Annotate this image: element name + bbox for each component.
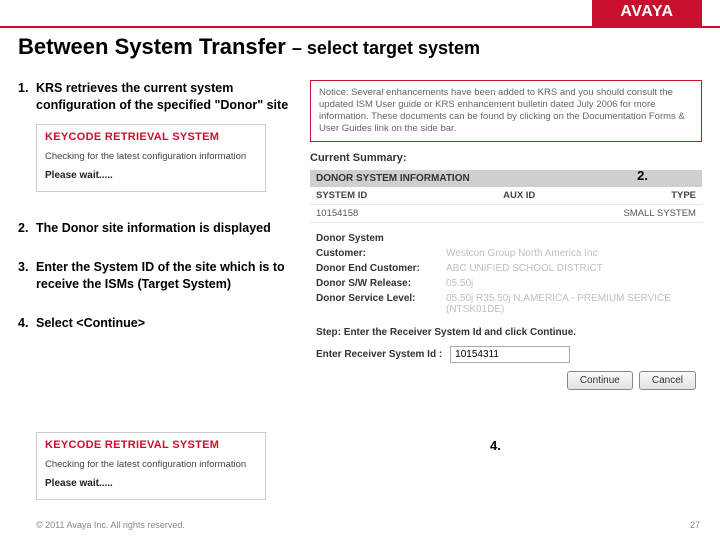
- donor-details: Donor System Customer:Westcon Group Nort…: [310, 231, 702, 317]
- donor-end-val: ABC UNIFIED SCHOOL DISTRICT: [446, 263, 696, 274]
- notice-text: Notice: Several enhancements have been a…: [319, 87, 685, 134]
- step-instruction: Step: Enter the Receiver System Id and c…: [316, 327, 696, 338]
- donor-sw-val: 05.50j: [446, 278, 696, 289]
- donor-customer-label: Customer:: [316, 248, 446, 259]
- receiver-row: Enter Receiver System Id :: [316, 346, 696, 363]
- krs-box-1: KEYCODE RETRIEVAL SYSTEM Checking for th…: [36, 124, 266, 192]
- donor-svc-label: Donor Service Level:: [316, 293, 446, 315]
- page-title: Between System Transfer – select target …: [18, 34, 480, 60]
- step-2-text: The Donor site information is displayed: [36, 221, 271, 235]
- brand-divider: [0, 26, 720, 28]
- col-aux-id: AUX ID: [503, 190, 535, 201]
- col-system-id: SYSTEM ID: [316, 190, 367, 201]
- krs-box-2: KEYCODE RETRIEVAL SYSTEM Checking for th…: [36, 432, 266, 500]
- callout-4: 4.: [490, 438, 501, 453]
- step-2: 2. The Donor site information is display…: [18, 220, 298, 237]
- title-main: Between System Transfer: [18, 34, 286, 59]
- step-1: 1. KRS retrieves the current system conf…: [18, 80, 298, 114]
- donor-sw-label: Donor S/W Release:: [316, 278, 446, 289]
- step-3: 3. Enter the System ID of the site which…: [18, 259, 298, 293]
- step-3-num: 3.: [18, 259, 36, 293]
- krs-wait: Please wait.....: [45, 170, 257, 181]
- step-4-num: 4.: [18, 315, 36, 332]
- cancel-button[interactable]: Cancel: [639, 371, 696, 390]
- val-system-id: 10154158: [316, 208, 358, 219]
- krs-heading-2: KEYCODE RETRIEVAL SYSTEM: [45, 439, 257, 451]
- copyright: © 2011 Avaya Inc. All rights reserved.: [36, 520, 185, 530]
- donor-table-head: SYSTEM ID AUX ID TYPE: [310, 187, 702, 205]
- continue-button[interactable]: Continue: [567, 371, 633, 390]
- krs-heading: KEYCODE RETRIEVAL SYSTEM: [45, 131, 257, 143]
- receiver-label: Enter Receiver System Id :: [316, 349, 442, 360]
- step-4-text: Select <Continue>: [36, 316, 145, 330]
- col-type: TYPE: [671, 190, 696, 201]
- donor-table-row: 10154158 SMALL SYSTEM: [310, 205, 702, 223]
- step-2-num: 2.: [18, 220, 36, 237]
- donor-svc-val: 05.50j R35.50j N.AMERICA - PREMIUM SERVI…: [446, 293, 696, 315]
- step-4: 4. Select <Continue>: [18, 315, 298, 332]
- step-1-text: KRS retrieves the current system configu…: [36, 81, 288, 112]
- krs-subtext-2: Checking for the latest configuration in…: [45, 459, 257, 470]
- step-3-text: Enter the System ID of the site which is…: [36, 260, 285, 291]
- notice-box: Notice: Several enhancements have been a…: [310, 80, 702, 142]
- page-number: 27: [690, 520, 700, 530]
- krs-subtext: Checking for the latest configuration in…: [45, 151, 257, 162]
- summary-label: Current Summary:: [310, 152, 702, 164]
- donor-customer-val: Westcon Group North America Inc: [446, 248, 696, 259]
- val-type: SMALL SYSTEM: [623, 208, 696, 219]
- right-panel: Notice: Several enhancements have been a…: [310, 80, 702, 396]
- receiver-input[interactable]: [450, 346, 570, 363]
- footer: © 2011 Avaya Inc. All rights reserved. 2…: [36, 520, 700, 530]
- brand-logo: AVAYA: [592, 0, 702, 26]
- callout-2: 2.: [637, 168, 648, 183]
- donor-info-bar: DONOR SYSTEM INFORMATION 2.: [310, 170, 702, 187]
- donor-system-head: Donor System: [316, 233, 446, 244]
- donor-end-label: Donor End Customer:: [316, 263, 446, 274]
- donor-info-bar-text: DONOR SYSTEM INFORMATION: [316, 173, 470, 184]
- title-sub: – select target system: [292, 38, 480, 58]
- step-1-num: 1.: [18, 80, 36, 114]
- krs-wait-2: Please wait.....: [45, 478, 257, 489]
